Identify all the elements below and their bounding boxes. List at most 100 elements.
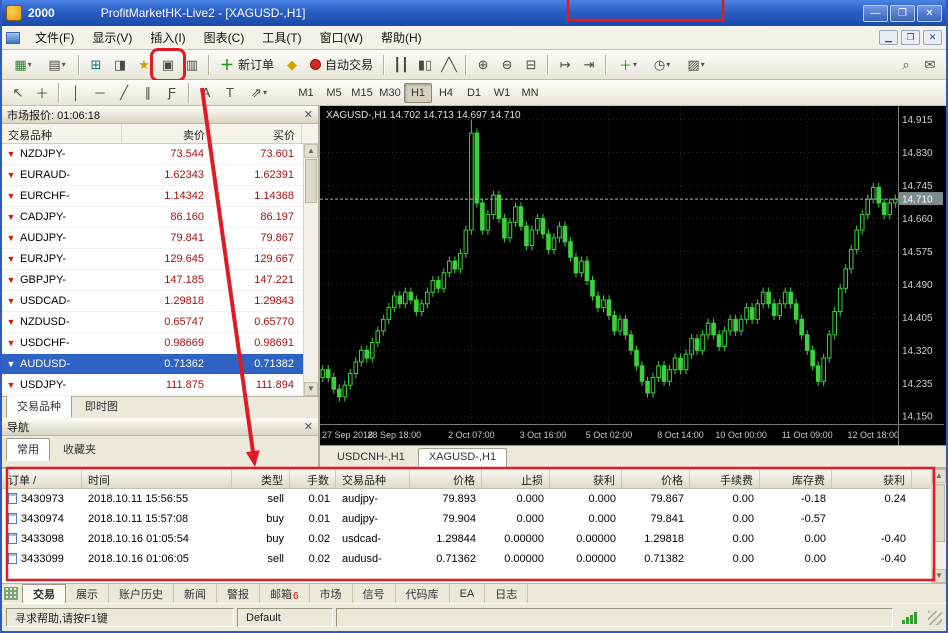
scroll-up-icon[interactable]: ▲: [304, 144, 318, 158]
cursor-icon[interactable]: ↖: [6, 82, 30, 104]
chat-icon[interactable]: ✉: [918, 54, 942, 76]
navigator-tab-0[interactable]: 常用: [6, 438, 50, 461]
autotrading-button[interactable]: 自动交易: [304, 54, 379, 76]
market-watch-row[interactable]: ▼ CADJPY- 86.160 86.197: [2, 207, 318, 228]
orders-column-11[interactable]: 获利: [832, 469, 912, 488]
terminal-tab-6[interactable]: 市场: [310, 584, 353, 603]
timeframe-button-d1[interactable]: D1: [460, 83, 488, 103]
metaeditor-icon[interactable]: ◆: [280, 54, 304, 76]
zoom-in-icon[interactable]: ⊕: [471, 54, 495, 76]
indicators-icon[interactable]: ＋ ▾: [611, 54, 645, 76]
order-row[interactable]: 3433099 2018.10.16 01:06:05 sell 0.02 audusd…: [2, 549, 946, 569]
market-watch-row[interactable]: ▼ AUDJPY- 79.841 79.867: [2, 228, 318, 249]
order-row[interactable]: 3433098 2018.10.16 01:05:54 buy 0.02 usdcad-…: [2, 529, 946, 549]
orders-column-10[interactable]: 库存费: [760, 469, 832, 488]
market-watch-column-0[interactable]: 交易品种: [2, 124, 122, 143]
orders-column-0[interactable]: 订单 /: [2, 469, 82, 488]
data-window-icon[interactable]: ◨: [108, 54, 132, 76]
status-profile[interactable]: Default: [237, 608, 333, 627]
market-watch-scrollbar[interactable]: ▲ ▼: [303, 144, 318, 396]
terminal-tab-5[interactable]: 邮箱 6: [260, 584, 310, 603]
profiles-icon[interactable]: ▤ ▾: [40, 54, 74, 76]
menu-item-6[interactable]: 帮助(H): [372, 26, 431, 49]
restore-button[interactable]: ❐: [890, 4, 915, 22]
text-icon[interactable]: A: [194, 82, 218, 104]
templates-icon[interactable]: ▨ ▾: [679, 54, 713, 76]
market-watch-row[interactable]: ▼ GBPJPY- 147.185 147.221: [2, 270, 318, 291]
market-watch-close-icon[interactable]: ✕: [304, 109, 313, 120]
new-chart-icon[interactable]: ▦ ▾: [6, 54, 40, 76]
scroll-up-icon[interactable]: ▲: [932, 469, 946, 483]
terminal-icon[interactable]: ▣: [150, 47, 186, 82]
tile-windows-icon[interactable]: ⊟: [519, 54, 543, 76]
chart-area[interactable]: 14.915 14.830 14.745 14.660 14.575 14.490 14.4…: [320, 106, 946, 445]
orders-column-7[interactable]: 获利: [550, 469, 622, 488]
market-watch-row[interactable]: ▼ AUDUSD- 0.71362 0.71382: [2, 354, 318, 375]
candlestick-chart[interactable]: 14.915 14.830 14.745 14.660 14.575 14.490 14.4…: [320, 106, 944, 445]
timeframe-button-h4[interactable]: H4: [432, 83, 460, 103]
timeframe-button-h1[interactable]: H1: [404, 82, 432, 103]
terminal-tab-8[interactable]: 代码库: [396, 584, 450, 603]
candlestick-chart-icon[interactable]: ▮▯: [413, 54, 437, 76]
chart-tab-1[interactable]: XAGUSD-,H1: [417, 448, 508, 467]
child-restore-button[interactable]: ❐: [901, 30, 920, 45]
navigator-close-icon[interactable]: ✕: [304, 421, 313, 432]
timeframe-button-mn[interactable]: MN: [516, 83, 544, 103]
market-watch-row[interactable]: ▼ EURCHF- 1.14342 1.14368: [2, 186, 318, 207]
menu-item-1[interactable]: 显示(V): [83, 26, 141, 49]
orders-column-9[interactable]: 手续费: [690, 469, 760, 488]
market-watch-row[interactable]: ▼ USDJPY- 111.875 111.894: [2, 375, 318, 396]
market-watch-row[interactable]: ▼ NZDJPY- 73.544 73.601: [2, 144, 318, 165]
timeframe-button-m1[interactable]: M1: [292, 83, 320, 103]
navigator-tab-1[interactable]: 收藏夹: [52, 438, 107, 461]
market-watch-row[interactable]: ▼ EURAUD- 1.62343 1.62391: [2, 165, 318, 186]
timeframe-button-m5[interactable]: M5: [320, 83, 348, 103]
terminal-tab-3[interactable]: 新闻: [174, 584, 217, 603]
minimize-button[interactable]: —: [863, 4, 888, 22]
market-watch-tab-1[interactable]: 即时图: [74, 395, 129, 418]
child-close-button[interactable]: ✕: [923, 30, 942, 45]
navigator-icon[interactable]: ★: [132, 54, 156, 76]
menu-item-3[interactable]: 图表(C): [195, 26, 254, 49]
market-watch-icon[interactable]: ⊞: [84, 54, 108, 76]
menu-item-5[interactable]: 窗口(W): [311, 26, 372, 49]
strategy-tester-icon[interactable]: ▥: [180, 54, 204, 76]
market-watch-row[interactable]: ▼ USDCHF- 0.98669 0.98691: [2, 333, 318, 354]
resize-grip[interactable]: [928, 610, 942, 625]
terminal-scrollbar[interactable]: ▲ ▼: [931, 469, 946, 583]
market-watch-tab-0[interactable]: 交易品种: [6, 395, 72, 418]
arrows-icon[interactable]: ⇗ ▾: [242, 82, 276, 104]
terminal-tab-0[interactable]: 交易: [22, 584, 66, 603]
zoom-out-icon[interactable]: ⊖: [495, 54, 519, 76]
market-watch-row[interactable]: ▼ USDCAD- 1.29818 1.29843: [2, 291, 318, 312]
scroll-down-icon[interactable]: ▼: [932, 569, 946, 583]
terminal-tab-9[interactable]: EA: [450, 584, 486, 603]
order-row[interactable]: 3430973 2018.10.11 15:56:55 sell 0.01 audjpy…: [2, 489, 946, 509]
vertical-line-icon[interactable]: │: [64, 82, 88, 104]
terminal-tab-2[interactable]: 账户历史: [109, 584, 174, 603]
terminal-tab-7[interactable]: 信号: [353, 584, 396, 603]
scroll-down-icon[interactable]: ▼: [304, 382, 318, 396]
menu-item-4[interactable]: 工具(T): [253, 26, 310, 49]
orders-column-8[interactable]: 价格: [622, 469, 690, 488]
scrollbar-thumb[interactable]: [305, 159, 317, 203]
periods-icon[interactable]: ◷ ▾: [645, 54, 679, 76]
orders-column-3[interactable]: 手数: [290, 469, 336, 488]
bar-chart-icon[interactable]: ┃┃: [389, 54, 413, 76]
line-chart-icon[interactable]: ╱╲: [437, 54, 461, 76]
auto-scroll-icon[interactable]: ↦: [553, 54, 577, 76]
timeframe-button-m30[interactable]: M30: [376, 83, 404, 103]
market-watch-column-2[interactable]: 买价: [212, 124, 302, 143]
scrollbar-thumb[interactable]: [933, 484, 945, 542]
orders-column-1[interactable]: 时间: [82, 469, 232, 488]
timeframe-button-w1[interactable]: W1: [488, 83, 516, 103]
trendline-icon[interactable]: ╱: [112, 82, 136, 104]
market-watch-row[interactable]: ▼ NZDUSD- 0.65747 0.65770: [2, 312, 318, 333]
timeframe-button-m15[interactable]: M15: [348, 83, 376, 103]
close-button[interactable]: ✕: [917, 4, 942, 22]
crosshair-icon[interactable]: ＋: [30, 82, 54, 104]
chart-shift-icon[interactable]: ⇥: [577, 54, 601, 76]
order-row[interactable]: 3430974 2018.10.11 15:57:08 buy 0.01 audjpy-…: [2, 509, 946, 529]
orders-column-6[interactable]: 止损: [482, 469, 550, 488]
terminal-tab-10[interactable]: 日志: [485, 584, 529, 603]
